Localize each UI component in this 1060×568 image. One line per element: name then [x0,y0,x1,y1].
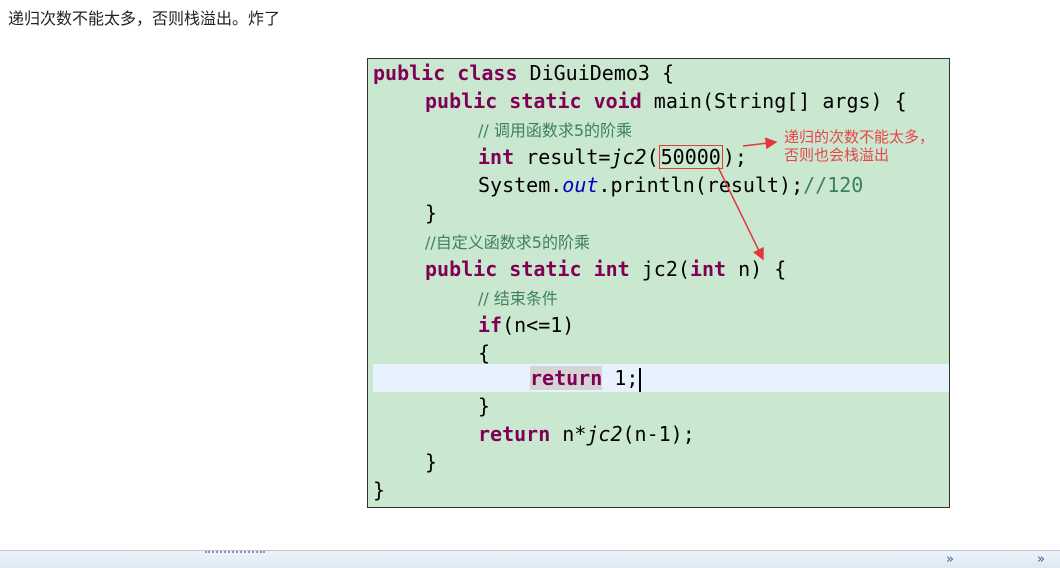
code-line-13: } [478,392,490,420]
code-text: System. [478,173,563,197]
code-text: jc2( [629,257,690,281]
code-comment: // 调用函数求5的阶乘 [478,121,633,140]
code-comment: //120 [803,173,864,197]
code-text: } [425,450,438,474]
keyword: public [425,257,498,281]
code-line-8: public static int jc2(int n) { [425,255,786,283]
arrow-right [742,137,778,150]
keyword: int [689,257,727,281]
code-text: } [478,394,491,418]
bottom-toolbar: » » [0,550,1060,568]
text-cursor [639,367,642,392]
code-line-15: } [425,448,437,476]
toolbar-divider [205,551,265,557]
code-text: .println(result); [598,173,804,197]
keyword: int [593,257,630,281]
code-line-2: public static void main(String[] args) { [425,87,907,115]
code-text: { [478,341,491,365]
code-text: n* [550,422,587,446]
annotation-note: 递归的次数不能太多，否则也会栈溢出 [784,128,935,164]
note-text: 递归次数不能太多，否则栈溢出。炸了 [8,9,281,28]
code-text: n) { [726,257,787,281]
chevron-right-icon[interactable]: » [1037,552,1045,568]
code-text: ); [722,145,747,169]
code-text: ( [646,145,659,169]
keyword: static [509,89,582,113]
code-comment: //自定义函数求5的阶乘 [425,233,590,252]
code-text: (n-1); [622,422,695,446]
code-text: result= [514,145,611,169]
code-line-14: return n*jc2(n-1); [478,420,695,448]
code-line-9: // 结束条件 [478,283,558,311]
current-line-highlight [373,364,949,392]
code-line-4: int result=jc2(50000); [478,143,747,171]
method-name: jc2 [586,422,623,446]
code-line-7: //自定义函数求5的阶乘 [425,227,590,255]
code-line-16: } [373,476,385,504]
highlighted-argument: 50000 [658,145,723,169]
code-text: DiGuiDemo3 { [517,61,675,85]
code-line-6: } [425,199,437,227]
keyword: public [373,61,446,85]
keyword: return [478,422,551,446]
code-comment: // 结束条件 [478,289,558,308]
method-name: jc2 [610,145,647,169]
code-text: } [425,201,438,225]
code-line-10: if(n<=1) [478,311,574,339]
field-name: out [562,173,599,197]
code-text: (n<=1) [502,313,575,337]
keyword: class [457,61,518,85]
chevron-right-icon[interactable]: » [946,552,954,568]
code-line-5: System.out.println(result);//120 [478,171,863,199]
code-line-12: return 1; [530,364,642,392]
keyword: static [509,257,582,281]
code-line-11: { [478,339,490,367]
code-line-1: public class DiGuiDemo3 { [373,59,674,87]
code-screenshot: public class DiGuiDemo3 { public static … [367,58,950,508]
keyword: void [593,89,642,113]
code-text: main(String[] args) { [641,89,907,113]
code-text: 1; [602,366,639,390]
keyword: public [425,89,498,113]
page: 递归次数不能太多，否则栈溢出。炸了 public class DiGuiDemo… [0,0,1060,568]
keyword: int [478,145,515,169]
code-text: } [373,478,386,502]
keyword: return [530,366,603,390]
code-line-3: // 调用函数求5的阶乘 [478,115,632,143]
keyword: if [478,313,503,337]
